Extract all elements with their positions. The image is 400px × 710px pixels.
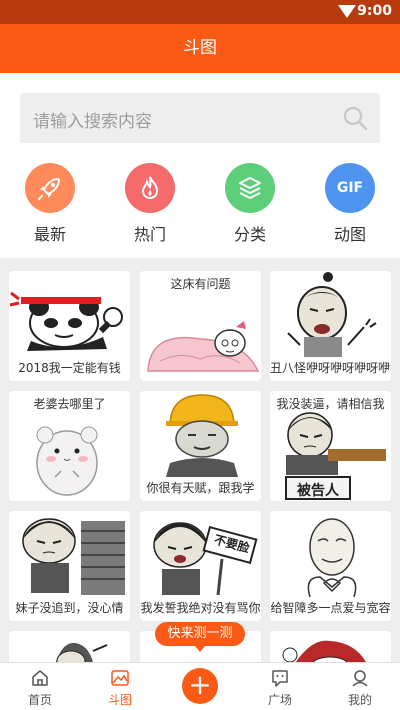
pointer-tip xyxy=(195,646,205,652)
category-gif[interactable]: GIF 动图 xyxy=(310,163,390,245)
meme-card[interactable]: 妹子没追到，没心情 xyxy=(9,511,130,621)
meme-card[interactable]: 给智障多一点爱与宽容 xyxy=(270,511,391,621)
meme-image xyxy=(147,321,260,372)
flame-icon xyxy=(125,163,175,213)
layers-icon xyxy=(225,163,275,213)
tab-label: 首页 xyxy=(27,693,52,707)
page-title: 斗图 xyxy=(183,38,217,58)
tab-square[interactable]: 广场 xyxy=(240,663,320,710)
home-icon xyxy=(32,670,48,686)
wifi-icon xyxy=(338,5,356,18)
category-newest[interactable]: 最新 xyxy=(10,163,90,245)
gif-icon: GIF xyxy=(325,163,375,213)
plus-icon[interactable]: + xyxy=(182,668,218,704)
tab-home[interactable]: 首页 xyxy=(0,663,80,710)
meme-caption: 2018我一定能有钱 xyxy=(18,361,121,375)
image-icon xyxy=(111,670,129,686)
meme-card[interactable]: 我没装逼，请相信我 被告人 xyxy=(270,391,391,501)
meme-card[interactable]: 这床有问题 xyxy=(140,271,261,381)
search-placeholder: 请输入搜索内容 xyxy=(33,112,152,132)
meme-image xyxy=(36,426,98,496)
status-time: 9:00 xyxy=(357,3,392,19)
category-label: 分类 xyxy=(233,225,266,244)
category-classify[interactable]: 分类 xyxy=(210,163,290,245)
meme-card[interactable]: 2018我一定能有钱 xyxy=(9,271,130,381)
chat-icon xyxy=(272,670,288,687)
meme-caption: 你很有天赋，跟我学 xyxy=(146,481,255,495)
meme-caption: 我发誓我绝对没有骂你 xyxy=(140,601,261,615)
rocket-icon xyxy=(25,163,75,213)
meme-card[interactable]: 你很有天赋，跟我学 xyxy=(140,391,261,501)
meme-card[interactable]: 老婆去哪里了 xyxy=(9,391,130,501)
search-input[interactable]: 请输入搜索内容 xyxy=(20,93,380,143)
meme-caption: 丑八怪咿呀咿呀咿呀咿呀 xyxy=(270,361,391,375)
profile-icon xyxy=(352,670,368,687)
category-label: 热门 xyxy=(133,225,166,244)
status-bar: 9:00 xyxy=(0,0,400,24)
quiz-button-label: 快来测一测 xyxy=(167,626,233,641)
tab-profile[interactable]: 我的 xyxy=(320,663,400,710)
top-panel: 请输入搜索内容 最新 热门 分类 GIF 动图 xyxy=(0,73,400,258)
tab-label: 广场 xyxy=(267,693,292,707)
tab-label: 我的 xyxy=(347,693,372,707)
category-label: 最新 xyxy=(33,225,66,244)
meme-caption: 妹子没追到，没心情 xyxy=(15,601,124,615)
tab-doutu[interactable]: 斗图 xyxy=(80,663,160,710)
search-icon[interactable] xyxy=(342,105,368,131)
quiz-button[interactable]: 快来测一测 xyxy=(155,622,245,652)
meme-card[interactable]: 不要脸 我发誓我绝对没有骂你 xyxy=(140,511,261,621)
tab-label: 斗图 xyxy=(107,693,132,707)
category-label: 动图 xyxy=(333,225,366,244)
category-hot[interactable]: 热门 xyxy=(110,163,190,245)
app-bar: 斗图 xyxy=(0,24,400,73)
meme-caption: 给智障多一点爱与宽容 xyxy=(270,601,391,615)
defendant-sign: 被告人 xyxy=(297,483,339,499)
meme-card[interactable]: 丑八怪咿呀咿呀咿呀咿呀 xyxy=(270,271,391,381)
